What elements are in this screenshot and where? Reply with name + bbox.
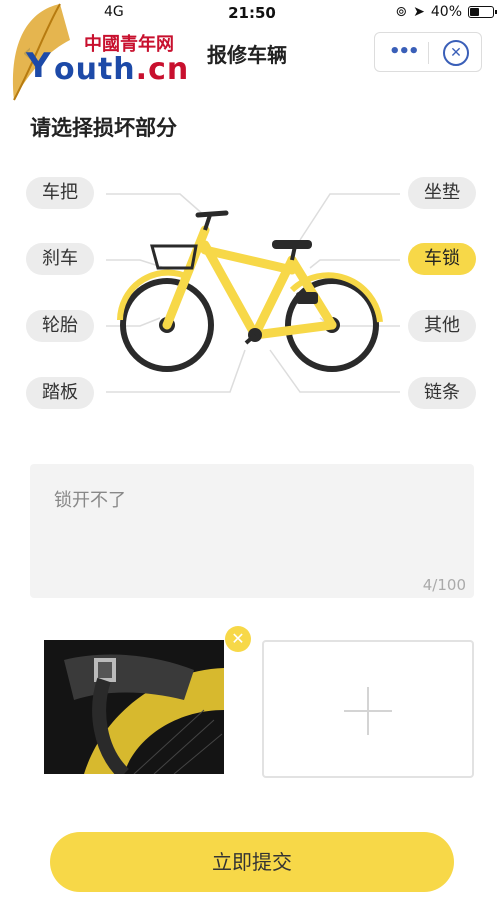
part-option-brake[interactable]: 刹车 <box>26 243 94 275</box>
char-count: 4/100 <box>422 576 466 594</box>
page-title: 报修车辆 <box>207 43 287 67</box>
battery-icon <box>468 6 497 18</box>
youth-cn-watermark: Y 中國青年网 outh.cn <box>0 0 200 110</box>
part-option-pedal[interactable]: 踏板 <box>26 377 94 409</box>
description-textarea[interactable]: 锁开不了 4/100 <box>30 464 474 598</box>
location-icon: ➤ <box>413 4 425 20</box>
lock-rotation-icon: ⊚ <box>395 4 408 20</box>
watermark-youth: outh.cn <box>54 52 189 87</box>
close-circle-icon[interactable]: ✕ <box>443 40 469 66</box>
status-right: ⊚ ➤ 40% <box>395 4 497 20</box>
part-option-lock[interactable]: 车锁 <box>408 243 476 275</box>
uploaded-photo[interactable] <box>44 640 224 774</box>
part-option-chain[interactable]: 链条 <box>408 377 476 409</box>
description-value: 锁开不了 <box>54 490 126 511</box>
add-photo-button[interactable] <box>262 640 474 778</box>
part-option-tire[interactable]: 轮胎 <box>26 310 94 342</box>
watermark-initial: Y <box>26 46 51 86</box>
part-option-handlebar[interactable]: 车把 <box>26 177 94 209</box>
watermark-youth-text: outh <box>54 52 136 87</box>
close-icon[interactable]: ✕ <box>225 626 251 652</box>
watermark-domain: .cn <box>135 52 190 87</box>
capsule-divider <box>428 42 429 64</box>
battery-percent: 40% <box>430 4 462 20</box>
section-title: 请选择损坏部分 <box>30 116 177 140</box>
mini-program-capsule: ••• ✕ <box>374 32 482 72</box>
more-dots-icon[interactable]: ••• <box>389 41 419 62</box>
plus-icon <box>344 687 392 735</box>
part-option-other[interactable]: 其他 <box>408 310 476 342</box>
submit-button[interactable]: 立即提交 <box>50 832 454 892</box>
part-option-seat[interactable]: 坐垫 <box>408 177 476 209</box>
